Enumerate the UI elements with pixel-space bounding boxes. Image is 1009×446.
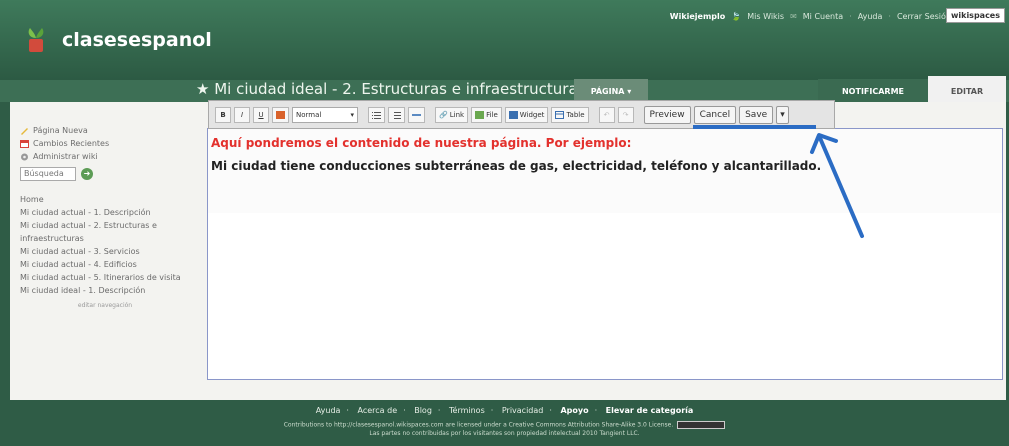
site-logo-icon: [28, 28, 44, 52]
link-icon: 🔗: [439, 110, 448, 119]
footer-link-privacidad[interactable]: Privacidad: [502, 406, 544, 415]
footer-link-ayuda[interactable]: Ayuda: [316, 406, 341, 415]
nav-item[interactable]: Mi ciudad ideal - 1. Descripción: [20, 284, 190, 297]
nav-item[interactable]: Mi ciudad actual - 5. Itinerarios de vis…: [20, 271, 190, 284]
format-select[interactable]: Normal ▾: [292, 106, 358, 123]
footer-link-terminos[interactable]: Términos: [449, 406, 485, 415]
sidebar-search: Búsqueda ➜: [20, 167, 190, 181]
calendar-icon: [20, 139, 29, 148]
underline-button[interactable]: U: [253, 106, 269, 123]
text-color-icon[interactable]: [272, 106, 289, 123]
cerrar-sesion-link[interactable]: Cerrar Sesión: [897, 12, 951, 21]
page-title: ★ Mi ciudad ideal - 2. Estructuras e inf…: [196, 80, 586, 98]
cancel-button[interactable]: Cancel: [693, 105, 737, 124]
license-text: Contributions to http://clasesespanol.wi…: [283, 421, 674, 429]
mail-icon: ✉: [790, 12, 797, 21]
nav-list: Home Mi ciudad actual - 1. Descripción M…: [20, 193, 190, 312]
table-label: Table: [566, 110, 585, 119]
sidebar-item-label: Administrar wiki: [33, 152, 98, 161]
search-input[interactable]: Búsqueda: [20, 167, 76, 181]
redo-icon[interactable]: ↷: [617, 106, 634, 123]
widget-icon: [508, 110, 518, 119]
leaf-icon: 🍃: [731, 12, 742, 21]
new-page-icon: [21, 127, 28, 135]
footer-license: Contributions to http://clasesespanol.wi…: [0, 421, 1009, 438]
save-button[interactable]: Save: [739, 105, 774, 124]
user-link[interactable]: Wikiejemplo: [670, 12, 726, 21]
ayuda-link[interactable]: Ayuda: [858, 12, 883, 21]
sidebar: Página Nueva Cambios Recientes Administr…: [20, 124, 190, 312]
mis-wikis-link[interactable]: Mis Wikis: [747, 12, 784, 21]
search-go-icon[interactable]: ➜: [81, 168, 93, 180]
sidebar-item-label: Página Nueva: [33, 126, 88, 135]
italic-button[interactable]: I: [234, 106, 250, 123]
chevron-down-icon: ▾: [350, 110, 354, 119]
link-button[interactable]: 🔗 Link: [435, 106, 469, 123]
sidebar-item-administrar[interactable]: Administrar wiki: [20, 150, 190, 163]
nav-item[interactable]: Mi ciudad actual - 2. Estructuras e infr…: [20, 219, 190, 245]
edit-navigation-link[interactable]: editar navegación: [20, 299, 190, 312]
sidebar-item-label: Cambios Recientes: [33, 139, 110, 148]
undo-icon[interactable]: ↶: [598, 106, 615, 123]
save-options-dropdown[interactable]: ▾: [776, 105, 789, 124]
editor-area[interactable]: Aquí pondremos el contenido de nuestra p…: [207, 128, 1003, 380]
copyright-text: Las partes no contribuidas por los visit…: [369, 429, 640, 437]
gear-icon: [21, 153, 28, 160]
link-label: Link: [449, 110, 465, 119]
preview-button[interactable]: Preview: [643, 105, 691, 124]
sidebar-item-nueva[interactable]: Página Nueva: [20, 124, 190, 137]
wikispaces-badge[interactable]: wikispaces: [945, 8, 1005, 23]
bold-button[interactable]: B: [215, 106, 231, 123]
footer-link-blog[interactable]: Blog: [414, 406, 432, 415]
footer-link-apoyo[interactable]: Apoyo: [560, 406, 588, 415]
nav-item[interactable]: Mi ciudad actual - 1. Descripción: [20, 206, 190, 219]
format-select-value: Normal: [296, 110, 322, 119]
footer-link-acerca[interactable]: Acerca de: [358, 406, 398, 415]
annotation-arrow-icon: [810, 133, 864, 238]
highlight-underline: [693, 125, 816, 129]
bullet-list-icon[interactable]: [388, 106, 405, 123]
editor-text-line-2[interactable]: Mi ciudad tiene conducciones subterránea…: [211, 159, 821, 173]
nav-item[interactable]: Mi ciudad actual - 4. Edificios: [20, 258, 190, 271]
site-header: clasesespanol Wikiejemplo 🍃 Mis Wikis ✉ …: [0, 0, 1009, 80]
nav-item-home[interactable]: Home: [20, 193, 190, 206]
file-button[interactable]: File: [471, 106, 502, 123]
numbered-list-icon[interactable]: [368, 106, 385, 123]
mi-cuenta-link[interactable]: Mi Cuenta: [803, 12, 843, 21]
widget-button[interactable]: Widget: [504, 106, 549, 123]
horizontal-rule-icon[interactable]: [408, 106, 425, 123]
sidebar-item-cambios[interactable]: Cambios Recientes: [20, 137, 190, 150]
table-button[interactable]: Table: [551, 106, 589, 123]
footer-link-elevar[interactable]: Elevar de categoría: [606, 406, 694, 415]
top-links: Wikiejemplo 🍃 Mis Wikis ✉ Mi Cuenta · Ay…: [669, 12, 951, 21]
nav-item[interactable]: Mi ciudad actual - 3. Servicios: [20, 245, 190, 258]
editor-text-line-1[interactable]: Aquí pondremos el contenido de nuestra p…: [211, 136, 631, 150]
table-icon: [555, 110, 565, 119]
file-label: File: [486, 110, 498, 119]
site-title[interactable]: clasesespanol: [62, 29, 212, 51]
image-icon: [475, 110, 485, 119]
footer-links: Ayuda · Acerca de · Blog · Términos · Privac…: [315, 406, 694, 415]
widget-label: Widget: [519, 110, 545, 119]
cc-license-badge-icon[interactable]: [677, 421, 726, 429]
